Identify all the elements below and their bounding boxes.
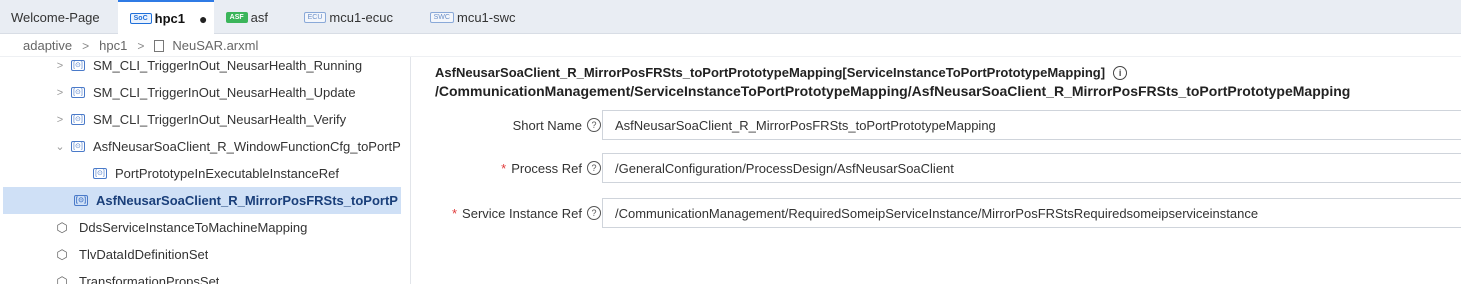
required-asterisk: * [451,205,458,221]
tree-item[interactable]: > [⊙] SM_CLI_TriggerInOut_NeusarHealth_V… [3,106,401,133]
tree-item[interactable]: > [⊙] SM_CLI_TriggerInOut_NeusarHealth_R… [3,57,401,79]
tree-item-label: TransformationPropsSet [79,274,220,284]
tree-item-label: AsfNeusarSoaClient_R_WindowFunctionCfg_t… [93,139,401,154]
tab-label: mcu1-ecuc [329,9,393,25]
process-ref-row: * Process Ref ? /GeneralConfiguration/Pr… [411,153,1461,183]
editor-tab-bar: Welcome-Page SoC hpc1 ● ASF asf ECU mcu1… [0,0,1461,35]
tree-item[interactable]: ⬡ DdsServiceInstanceToMachineMapping [3,214,401,241]
tree-item-label: AsfNeusarSoaClient_R_MirrorPosFRSts_toPo… [96,193,398,208]
tree-item-label: DdsServiceInstanceToMachineMapping [79,220,308,235]
ecu-badge-icon: ECU [303,11,327,23]
tab-mcu1-ecuc[interactable]: ECU mcu1-ecuc [292,0,418,34]
service-element-icon: [⊙] [71,114,85,125]
help-icon[interactable]: ? [587,161,601,175]
service-instance-ref-row: * Service Instance Ref ? /CommunicationM… [411,198,1461,228]
element-path: /CommunicationManagement/ServiceInstance… [435,83,1351,99]
tab-label: hpc1 [154,11,185,26]
breadcrumb-item-hpc1[interactable]: hpc1 [99,38,127,53]
field-label: Process Ref [511,160,582,176]
tree-item-label: SM_CLI_TriggerInOut_NeusarHealth_Update [93,85,356,100]
soc-badge-icon: SoC [129,13,152,24]
tree-item-label: SM_CLI_TriggerInOut_NeusarHealth_Running [93,58,363,73]
process-ref-field[interactable]: /GeneralConfiguration/ProcessDesign/AsfN… [602,153,1461,183]
chevron-right-icon[interactable]: > [53,60,67,72]
short-name-label: Short Name ? [513,110,601,140]
field-label: Short Name [512,117,582,133]
help-icon[interactable]: ? [587,206,601,220]
service-element-icon: [⊙] [71,87,85,98]
tab-label: mcu1-swc [456,9,516,25]
tab-mcu1-swc[interactable]: SWC mcu1-swc [418,0,528,34]
service-instance-ref-field[interactable]: /CommunicationManagement/RequiredSomeipS… [602,198,1461,228]
service-element-icon: [⊙] [71,60,85,71]
unsaved-dot-icon[interactable]: ● [199,11,207,27]
cube-icon: ⬡ [56,246,68,262]
asf-badge-icon: ASF [225,11,248,23]
tab-label: Welcome-Page [11,9,100,25]
tree-item-label: SM_CLI_TriggerInOut_NeusarHealth_Verify [93,112,347,127]
info-icon[interactable]: i [1113,65,1128,80]
chevron-right-icon: > [82,38,90,53]
service-element-icon: [⊙] [71,141,85,152]
tree-item-label: TlvDataIdDefinitionSet [79,247,209,262]
tab-asf[interactable]: ASF asf [214,0,292,34]
cube-icon: ⬡ [56,219,68,235]
tree-item[interactable]: ⬡ TlvDataIdDefinitionSet [3,241,401,268]
element-title: AsfNeusarSoaClient_R_MirrorPosFRSts_toPo… [435,65,1128,80]
tree-item[interactable]: ⬡ TransformationPropsSet [3,268,401,284]
tab-welcome-page[interactable]: Welcome-Page [0,0,118,34]
breadcrumb-item-adaptive[interactable]: adaptive [23,38,72,53]
help-icon[interactable]: ? [587,118,601,132]
chevron-down-icon[interactable]: ⌄ [53,140,67,153]
tree-item-selected[interactable]: [⊙] AsfNeusarSoaClient_R_MirrorPosFRSts_… [3,187,401,214]
cube-icon: ⬡ [56,273,68,284]
detail-panel: AsfNeusarSoaClient_R_MirrorPosFRSts_toPo… [411,57,1461,284]
breadcrumb: adaptive > hpc1 > NeuSAR.arxml [0,35,1461,57]
tree-item-label: PortPrototypeInExecutableInstanceRef [115,166,340,181]
explorer-tree: > [⊙] SM_CLI_TriggerInOut_NeusarHealth_R… [0,57,411,284]
tree-item[interactable]: > [⊙] SM_CLI_TriggerInOut_NeusarHealth_U… [3,79,401,106]
short-name-field[interactable]: AsfNeusarSoaClient_R_MirrorPosFRSts_toPo… [602,110,1461,140]
short-name-row: Short Name ? AsfNeusarSoaClient_R_Mirror… [411,110,1461,140]
tree-item[interactable]: [⊙] PortPrototypeInExecutableInstanceRef [3,160,401,187]
chevron-right-icon[interactable]: > [53,87,67,99]
chevron-right-icon[interactable]: > [53,114,67,126]
service-element-icon: [⊙] [93,168,107,179]
service-element-icon: [⊙] [74,195,88,206]
field-label: Service Instance Ref [462,205,582,221]
swc-badge-icon: SWC [429,11,454,23]
breadcrumb-item-file[interactable]: NeuSAR.arxml [172,38,258,53]
tab-label: asf [250,9,268,25]
process-ref-label: * Process Ref ? [501,153,601,183]
tree-item[interactable]: ⌄ [⊙] AsfNeusarSoaClient_R_WindowFunctio… [3,133,401,160]
chevron-right-icon: > [137,38,145,53]
tab-hpc1[interactable]: SoC hpc1 ● [117,0,214,35]
required-asterisk: * [501,160,507,176]
element-title-text: AsfNeusarSoaClient_R_MirrorPosFRSts_toPo… [435,65,1106,80]
file-icon [154,39,165,52]
service-instance-ref-label: * Service Instance Ref ? [452,198,601,228]
